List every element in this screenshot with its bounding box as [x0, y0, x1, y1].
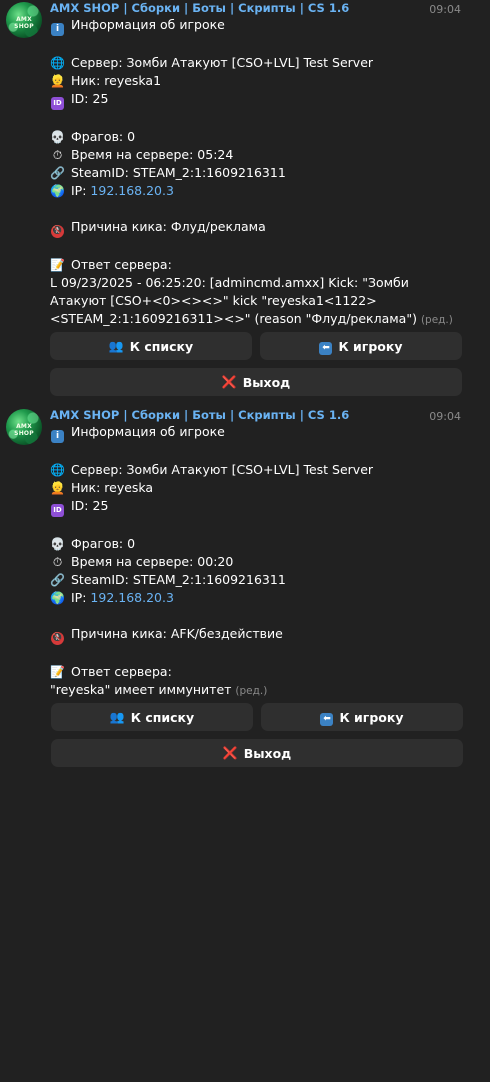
- ip-label: IP:: [71, 590, 91, 605]
- to-list-label: К списку: [130, 709, 195, 725]
- avatar-label: AMX SHOP: [14, 423, 34, 437]
- memo-icon: 📝: [50, 665, 65, 679]
- player-id: ID: 25: [71, 498, 109, 513]
- play-time: Время на сервере: 00:20: [71, 554, 234, 569]
- link-icon: 🔗: [50, 573, 65, 587]
- users-icon: 👥: [108, 339, 124, 353]
- to-list-label: К списку: [129, 338, 194, 354]
- earth-icon: 🌍: [50, 184, 65, 198]
- users-icon: 👥: [109, 710, 125, 724]
- message-body: i Информация об игроке 🌐 Сервер: Зомби Ата…: [50, 16, 460, 329]
- play-time: Время на сервере: 05:24: [71, 147, 234, 162]
- response-label: Ответ сервера:: [71, 257, 172, 272]
- to-list-button[interactable]: 👥 К списку: [50, 332, 252, 360]
- player-id: ID: 25: [71, 91, 109, 106]
- back-arrow-icon: ⬅: [320, 708, 334, 726]
- to-player-button[interactable]: ⬅ К игроку: [260, 332, 462, 360]
- edited-mark: (ред.): [235, 685, 268, 697]
- exit-button[interactable]: ❌ Выход: [51, 739, 463, 767]
- player-frags: Фрагов: 0: [71, 536, 136, 551]
- link-icon: 🔗: [50, 166, 65, 180]
- memo-icon: 📝: [50, 258, 65, 272]
- kick-reason: Причина кика: AFK/бездействие: [71, 626, 283, 641]
- globe-icon: 🌐: [50, 56, 65, 70]
- server-name: Сервер: Зомби Атакуют [CSO+LVL] Test Ser…: [71, 55, 374, 70]
- to-player-label: К игроку: [339, 709, 404, 725]
- sender-name[interactable]: AMX SHOP | Сборки | Боты | Скрипты | CS …: [50, 1, 349, 15]
- player-frags: Фрагов: 0: [71, 129, 136, 144]
- response-label: Ответ сервера:: [71, 664, 172, 679]
- server-name: Сервер: Зомби Атакуют [CSO+LVL] Test Ser…: [71, 462, 374, 477]
- cross-icon: ❌: [222, 746, 238, 760]
- kick-reason: Причина кика: Флуд/реклама: [71, 219, 266, 234]
- to-player-label: К игроку: [338, 338, 403, 354]
- sender-name[interactable]: AMX SHOP | Сборки | Боты | Скрипты | CS …: [50, 408, 349, 422]
- exit-button[interactable]: ❌ Выход: [50, 368, 462, 396]
- info-icon: i: [50, 16, 65, 36]
- id-icon: ID: [50, 497, 65, 517]
- id-icon: ID: [50, 90, 65, 110]
- avatar[interactable]: AMX SHOP: [6, 2, 42, 38]
- exit-label: Выход: [243, 745, 292, 761]
- message-body: i Информация об игроке 🌐 Сервер: Зомби Ата…: [50, 423, 460, 700]
- no-pedestrians-icon: 🚷: [51, 225, 64, 238]
- info-icon: i: [50, 423, 65, 443]
- skull-icon: 💀: [50, 130, 65, 144]
- earth-icon: 🌍: [50, 591, 65, 605]
- player-nick: Ник: reyeska: [71, 480, 154, 495]
- globe-icon: 🌐: [50, 463, 65, 477]
- to-list-button[interactable]: 👥 К списку: [51, 703, 253, 731]
- message-time: 09:04: [429, 3, 461, 16]
- person-icon: 👱: [50, 74, 65, 88]
- player-nick: Ник: reyeska1: [71, 73, 162, 88]
- stopwatch-icon: ⏱: [52, 555, 63, 569]
- ip-link[interactable]: 192.168.20.3: [90, 183, 174, 198]
- message-time: 09:04: [429, 410, 461, 423]
- no-pedestrians-icon: 🚷: [51, 632, 64, 645]
- message-title: Информация об игроке: [71, 17, 225, 32]
- person-icon: 👱: [50, 481, 65, 495]
- steam-id: SteamID: STEAM_2:1:1609216311: [71, 165, 286, 180]
- avatar-label: AMX SHOP: [14, 16, 34, 30]
- ip-link[interactable]: 192.168.20.3: [90, 590, 174, 605]
- bot-message: AMX SHOP AMX SHOP | Сборки | Боты | Скри…: [0, 0, 490, 400]
- response-text: L 09/23/2025 - 06:25:20: [admincmd.amxx]…: [50, 275, 417, 326]
- response-text: "reyeska" имеет иммунитет: [50, 682, 232, 697]
- cross-icon: ❌: [221, 375, 237, 389]
- message-title: Информация об игроке: [71, 424, 225, 439]
- back-arrow-icon: ⬅: [319, 337, 333, 355]
- to-player-button[interactable]: ⬅ К игроку: [261, 703, 463, 731]
- ip-label: IP:: [71, 183, 91, 198]
- skull-icon: 💀: [50, 537, 65, 551]
- stopwatch-icon: ⏱: [52, 148, 63, 162]
- exit-label: Выход: [242, 374, 291, 390]
- edited-mark: (ред.): [420, 314, 453, 326]
- steam-id: SteamID: STEAM_2:1:1609216311: [71, 572, 286, 587]
- bot-message: AMX SHOP AMX SHOP | Сборки | Боты | Скри…: [0, 407, 490, 772]
- avatar[interactable]: AMX SHOP: [6, 409, 42, 445]
